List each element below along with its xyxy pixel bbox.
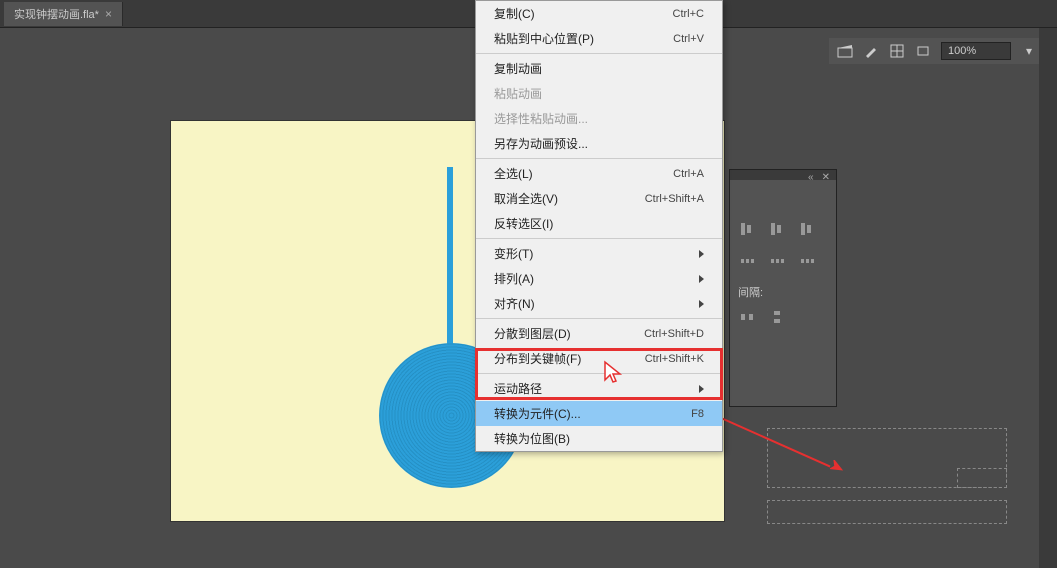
- menu-item: 选择性粘贴动画...: [476, 106, 722, 131]
- close-icon[interactable]: ×: [105, 7, 112, 21]
- menu-label: 排列(A): [494, 270, 534, 287]
- context-menu: 复制(C) Ctrl+C 粘贴到中心位置(P) Ctrl+V 复制动画粘贴动画选择性粘贴…: [475, 0, 723, 452]
- submenu-arrow-icon: [699, 275, 704, 283]
- menu-separator: [476, 238, 722, 239]
- menu-item[interactable]: 转换为位图(B): [476, 426, 722, 451]
- align-panel: « ✕ 间隔:: [729, 169, 837, 407]
- menu-shortcut: Ctrl+Shift+D: [644, 328, 704, 340]
- tab-title: 实现钟摆动画.fla*: [14, 6, 99, 22]
- grid-icon[interactable]: [889, 43, 905, 59]
- menu-item[interactable]: 运动路径: [476, 376, 722, 401]
- menu-label: 取消全选(V): [494, 190, 558, 207]
- menu-label: 反转选区(I): [494, 215, 553, 232]
- dropdown-icon[interactable]: ▾: [1021, 43, 1037, 59]
- menu-item[interactable]: 取消全选(V) Ctrl+Shift+A: [476, 186, 722, 211]
- menu-item[interactable]: 复制(C) Ctrl+C: [476, 1, 722, 26]
- menu-label: 转换为元件(C)...: [494, 405, 581, 422]
- clapper-icon[interactable]: [837, 43, 853, 59]
- menu-separator: [476, 373, 722, 374]
- menu-shortcut: Ctrl+V: [673, 33, 704, 45]
- menu-label: 分布到关键帧(F): [494, 350, 581, 367]
- menu-item[interactable]: 排列(A): [476, 266, 722, 291]
- menu-label: 复制(C): [494, 5, 535, 22]
- menu-label: 全选(L): [494, 165, 533, 182]
- menu-label: 变形(T): [494, 245, 533, 262]
- menu-item[interactable]: 转换为元件(C)... F8: [476, 401, 722, 426]
- menu-label: 粘贴动画: [494, 85, 542, 102]
- menu-item[interactable]: 分布到关键帧(F) Ctrl+Shift+K: [476, 346, 722, 371]
- panel-header: « ✕: [730, 170, 836, 180]
- guides-area: [767, 428, 1007, 558]
- distribute-icon-3[interactable]: [798, 252, 816, 270]
- menu-separator: [476, 158, 722, 159]
- align-icon-2[interactable]: [768, 220, 786, 238]
- menu-item[interactable]: 复制动画: [476, 56, 722, 81]
- close-icon[interactable]: ✕: [822, 172, 830, 178]
- annotation-arrow-head: [830, 460, 848, 481]
- align-icon-3[interactable]: [798, 220, 816, 238]
- menu-label: 分散到图层(D): [494, 325, 571, 342]
- menu-shortcut: Ctrl+C: [673, 8, 704, 20]
- scrollbar[interactable]: [1039, 28, 1057, 568]
- menu-label: 粘贴到中心位置(P): [494, 30, 594, 47]
- menu-label: 运动路径: [494, 380, 542, 397]
- gap-icon-2[interactable]: [768, 308, 786, 326]
- submenu-arrow-icon: [699, 250, 704, 258]
- menu-separator: [476, 53, 722, 54]
- pencil-icon[interactable]: [863, 43, 879, 59]
- distribute-icon-1[interactable]: [738, 252, 756, 270]
- menu-item: 粘贴动画: [476, 81, 722, 106]
- menu-label: 另存为动画预设...: [494, 135, 588, 152]
- menu-shortcut: Ctrl+Shift+A: [645, 193, 704, 205]
- rect-icon[interactable]: [915, 43, 931, 59]
- gap-icon-1[interactable]: [738, 308, 756, 326]
- menu-separator: [476, 318, 722, 319]
- menu-label: 复制动画: [494, 60, 542, 77]
- menu-item[interactable]: 分散到图层(D) Ctrl+Shift+D: [476, 321, 722, 346]
- menu-item[interactable]: 反转选区(I): [476, 211, 722, 236]
- align-icon-1[interactable]: [738, 220, 756, 238]
- menu-shortcut: F8: [691, 408, 704, 420]
- guide-box: [767, 500, 1007, 524]
- submenu-arrow-icon: [699, 385, 704, 393]
- document-tab[interactable]: 实现钟摆动画.fla* ×: [4, 2, 123, 26]
- stage-toolbar: ▾: [829, 38, 1045, 64]
- menu-item[interactable]: 全选(L) Ctrl+A: [476, 161, 722, 186]
- zoom-input[interactable]: [941, 42, 1011, 60]
- menu-shortcut: Ctrl+Shift+K: [645, 353, 704, 365]
- collapse-icon[interactable]: «: [808, 172, 814, 178]
- menu-label: 对齐(N): [494, 295, 535, 312]
- menu-item[interactable]: 另存为动画预设...: [476, 131, 722, 156]
- menu-item[interactable]: 粘贴到中心位置(P) Ctrl+V: [476, 26, 722, 51]
- gap-label: 间隔:: [738, 284, 828, 300]
- submenu-arrow-icon: [699, 300, 704, 308]
- guide-box: [957, 468, 1007, 488]
- menu-label: 转换为位图(B): [494, 430, 570, 447]
- menu-shortcut: Ctrl+A: [673, 168, 704, 180]
- distribute-icon-2[interactable]: [768, 252, 786, 270]
- menu-item[interactable]: 对齐(N): [476, 291, 722, 316]
- menu-label: 选择性粘贴动画...: [494, 110, 588, 127]
- menu-item[interactable]: 变形(T): [476, 241, 722, 266]
